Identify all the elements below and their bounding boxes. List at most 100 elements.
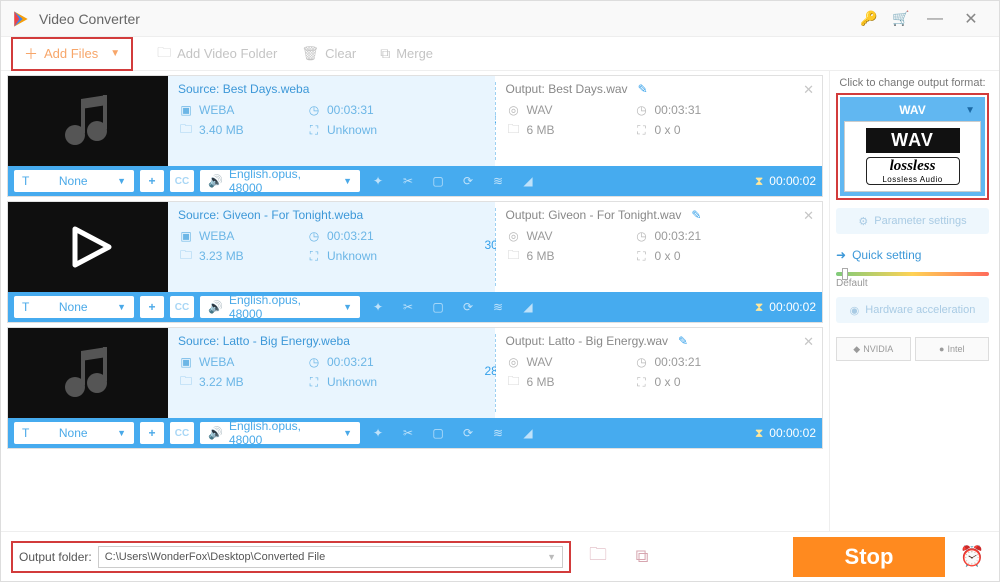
output-folder-input[interactable]: C:\Users\WonderFox\Desktop\Converted Fil… bbox=[98, 546, 563, 568]
speaker-icon: 🔊 bbox=[208, 174, 223, 188]
edit-output-button[interactable]: ✎ bbox=[638, 82, 648, 96]
elapsed-timer: ⧗00:00:02 bbox=[755, 174, 816, 189]
text-track-select[interactable]: TNone▼ bbox=[14, 170, 134, 192]
cc-button[interactable]: CC bbox=[170, 422, 194, 444]
plus-icon: ＋ bbox=[24, 44, 38, 64]
item-controls: TNone▼ + CC 🔊English.opus, 48000▼ ✦ ✂ ▢ … bbox=[8, 292, 822, 322]
cut-button[interactable]: ✂ bbox=[396, 422, 420, 444]
add-text-button[interactable]: + bbox=[140, 170, 164, 192]
merge-button[interactable]: ⧉ Merge bbox=[380, 45, 433, 62]
open-folder-button[interactable]: 🗀 bbox=[581, 542, 615, 572]
remove-item-button[interactable]: ✕ bbox=[803, 334, 814, 350]
merge-icon: ⧉ bbox=[380, 45, 390, 62]
text-track-select[interactable]: TNone▼ bbox=[14, 422, 134, 444]
video-icon: ▣ bbox=[178, 354, 194, 370]
intel-icon: ● bbox=[939, 344, 944, 354]
hardware-accel-button[interactable]: ◉ Hardware acceleration bbox=[836, 297, 989, 323]
slider-knob[interactable] bbox=[842, 268, 848, 280]
watermark-button[interactable]: ≋ bbox=[486, 422, 510, 444]
add-folder-button[interactable]: 🗀 Add Video Folder bbox=[157, 42, 277, 66]
clock-icon: ◷ bbox=[306, 354, 322, 370]
add-files-highlight: ＋ Add Files ▼ bbox=[11, 37, 133, 71]
crop-button[interactable]: ▢ bbox=[426, 170, 450, 192]
card-icon[interactable]: ⧉ bbox=[625, 542, 659, 572]
output-folder-label: Output folder: bbox=[19, 550, 92, 564]
output-label: Output: Latto - Big Energy.wav bbox=[506, 334, 669, 348]
add-text-button[interactable]: + bbox=[140, 422, 164, 444]
audio-track-select[interactable]: 🔊English.opus, 48000▼ bbox=[200, 170, 360, 192]
cc-button[interactable]: CC bbox=[170, 170, 194, 192]
alarm-icon[interactable]: ⏰ bbox=[955, 544, 989, 569]
size-icon: ⛶ bbox=[634, 122, 650, 138]
watermark-button[interactable]: ≋ bbox=[486, 296, 510, 318]
source-label: Source: Best Days.weba bbox=[178, 82, 309, 96]
cut-button[interactable]: ✂ bbox=[396, 296, 420, 318]
crop-button[interactable]: ▢ bbox=[426, 296, 450, 318]
conversion-item: Source: Latto - Big Energy.weba ▣WEBA ◷0… bbox=[7, 327, 823, 449]
edit-output-button[interactable]: ✎ bbox=[678, 334, 688, 348]
size-icon: ⛶ bbox=[306, 122, 322, 138]
thumbnail[interactable] bbox=[8, 76, 168, 166]
change-format-label: Click to change output format: bbox=[836, 77, 989, 89]
remove-item-button[interactable]: ✕ bbox=[803, 82, 814, 98]
parameter-settings-button[interactable]: ⚙ Parameter settings bbox=[836, 208, 989, 234]
size-icon: ⛶ bbox=[634, 248, 650, 264]
folder-icon: 🗀 bbox=[506, 248, 522, 264]
audio-track-select[interactable]: 🔊English.opus, 48000▼ bbox=[200, 296, 360, 318]
video-icon: ▣ bbox=[178, 228, 194, 244]
source-label: Source: Giveon - For Tonight.weba bbox=[178, 208, 363, 222]
remove-item-button[interactable]: ✕ bbox=[803, 208, 814, 224]
disc-icon: ◎ bbox=[506, 228, 522, 244]
output-panel: ✕ Output: Best Days.wav✎ ◎WAV ◷00:03:31 … bbox=[496, 76, 823, 166]
sliders-icon: ⚙ bbox=[858, 215, 868, 228]
minimize-button[interactable]: — bbox=[917, 10, 953, 28]
close-button[interactable]: ✕ bbox=[953, 9, 989, 29]
stop-button[interactable]: Stop bbox=[793, 537, 945, 577]
trash-icon: 🗑 bbox=[301, 45, 319, 62]
clock-icon: ◷ bbox=[634, 228, 650, 244]
source-panel: Source: Giveon - For Tonight.weba ▣WEBA … bbox=[168, 202, 495, 292]
item-controls: TNone▼ + CC 🔊English.opus, 48000▼ ✦ ✂ ▢ … bbox=[8, 418, 822, 448]
filter-button[interactable]: ◢ bbox=[516, 296, 540, 318]
add-text-button[interactable]: + bbox=[140, 296, 164, 318]
watermark-button[interactable]: ≋ bbox=[486, 170, 510, 192]
nvidia-chip[interactable]: ◆NVIDIA bbox=[836, 337, 911, 361]
elapsed-timer: ⧗00:00:02 bbox=[755, 300, 816, 315]
key-icon[interactable]: 🔑 bbox=[857, 10, 881, 27]
chip-icon: ◉ bbox=[850, 304, 860, 317]
clear-button[interactable]: 🗑 Clear bbox=[301, 45, 356, 62]
effects-button[interactable]: ✦ bbox=[366, 296, 390, 318]
rotate-button[interactable]: ⟳ bbox=[456, 296, 480, 318]
cc-button[interactable]: CC bbox=[170, 296, 194, 318]
folder-icon: 🗀 bbox=[506, 122, 522, 138]
size-icon: ⛶ bbox=[306, 248, 322, 264]
rotate-button[interactable]: ⟳ bbox=[456, 422, 480, 444]
text-track-select[interactable]: TNone▼ bbox=[14, 296, 134, 318]
hourglass-icon: ⧗ bbox=[755, 174, 763, 189]
audio-track-select[interactable]: 🔊English.opus, 48000▼ bbox=[200, 422, 360, 444]
cut-button[interactable]: ✂ bbox=[396, 170, 420, 192]
thumbnail[interactable] bbox=[8, 328, 168, 418]
output-label: Output: Best Days.wav bbox=[506, 82, 628, 96]
effects-button[interactable]: ✦ bbox=[366, 170, 390, 192]
output-format-selector[interactable]: WAV ▼ WAV lossless Lossless Audio bbox=[840, 97, 985, 196]
dropdown-icon: ▼ bbox=[965, 105, 975, 116]
filter-button[interactable]: ◢ bbox=[516, 422, 540, 444]
add-files-button[interactable]: ＋ Add Files ▼ bbox=[14, 40, 130, 68]
format-card: WAV lossless Lossless Audio bbox=[844, 121, 981, 192]
cart-icon[interactable]: 🛒 bbox=[889, 10, 913, 27]
footer: Output folder: C:\Users\WonderFox\Deskto… bbox=[1, 531, 999, 581]
folder-icon: 🗀 bbox=[178, 248, 194, 264]
intel-chip[interactable]: ●Intel bbox=[915, 337, 990, 361]
size-icon: ⛶ bbox=[634, 374, 650, 390]
conversion-item: Source: Giveon - For Tonight.weba ▣WEBA … bbox=[7, 201, 823, 323]
clock-icon: ◷ bbox=[634, 102, 650, 118]
rotate-button[interactable]: ⟳ bbox=[456, 170, 480, 192]
crop-button[interactable]: ▢ bbox=[426, 422, 450, 444]
thumbnail[interactable] bbox=[8, 202, 168, 292]
filter-button[interactable]: ◢ bbox=[516, 170, 540, 192]
effects-button[interactable]: ✦ bbox=[366, 422, 390, 444]
edit-output-button[interactable]: ✎ bbox=[691, 208, 701, 222]
quality-slider[interactable] bbox=[836, 272, 989, 276]
output-label: Output: Giveon - For Tonight.wav bbox=[506, 208, 682, 222]
